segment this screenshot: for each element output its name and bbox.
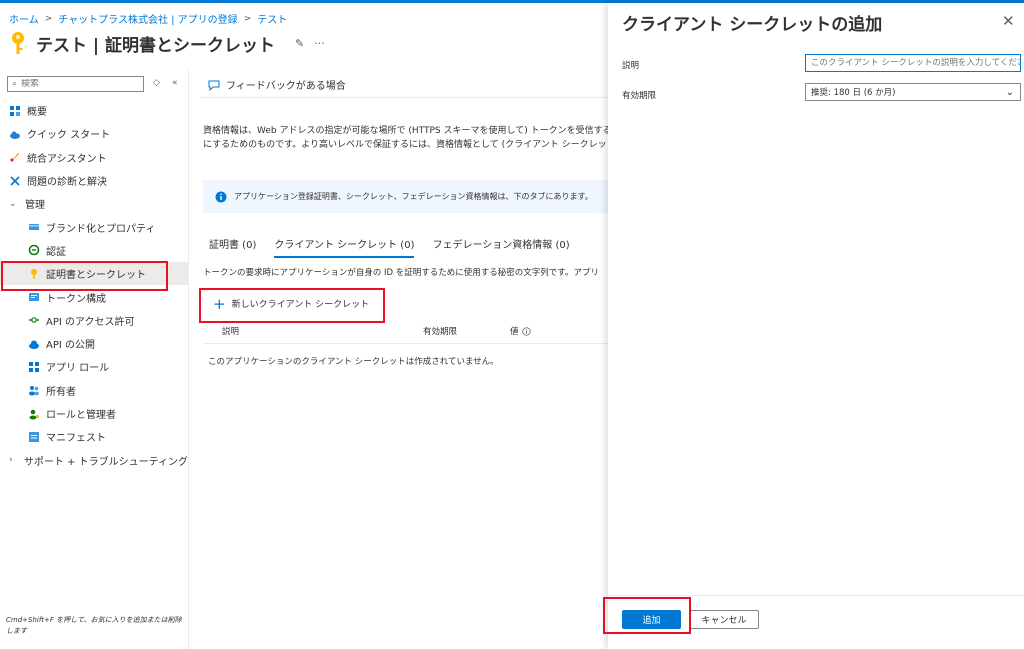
page-title: テスト | 証明書とシークレット [36,35,276,56]
highlight-add-button [603,597,691,634]
tab-client-secrets[interactable]: クライアント シークレット (0) [274,236,415,258]
search-icon: ⌕ [12,79,18,89]
collapse-sidebar-icon[interactable]: « [172,78,178,88]
chevron-right-icon: > [44,13,53,24]
chevron-down-icon: ⌄ [9,198,17,209]
empty-message: このアプリケーションのクライアント シークレットは作成されていません。 [208,357,499,367]
page-header: テスト | 証明書とシークレット ✎ ··· [8,30,325,56]
wrench-icon [10,175,20,186]
chevron-right-icon: › [9,455,13,466]
chevron-right-icon: > [243,13,252,24]
table-header-divider [203,343,608,344]
sidebar-search[interactable]: ⌕ [7,76,144,92]
sidebar-item-manifest[interactable]: マニフェスト [0,425,188,448]
chevron-down-icon: ⌄ [1005,86,1014,98]
feedback-button[interactable]: フィードバックがある場合 [208,77,346,92]
rocket-icon [10,153,19,162]
close-icon[interactable]: ✕ [1002,12,1015,30]
auth-icon [28,245,40,256]
credentials-tabs: 証明書 (0) クライアント シークレット (0) フェデレーション資格情報 (… [209,236,570,258]
tab-federated-credentials[interactable]: フェデレーション資格情報 (0) [432,236,569,258]
panel-footer-divider [608,595,1024,596]
sidebar-item-branding[interactable]: ブランド化とプロパティ [0,215,188,238]
key-icon [12,32,24,54]
feedback-icon [208,80,220,91]
pin-icon[interactable]: ✎ [295,37,304,50]
sidebar-item-quickstart[interactable]: クイック スタート [0,122,188,145]
breadcrumb-home[interactable]: ホーム [9,11,39,26]
sidebar-item-expose-api[interactable]: API の公開 [0,332,188,355]
credentials-description: 資格情報は、Web アドレスの指定が可能な場所で (HTTPS スキーマを使用し… [203,126,608,150]
panel-title: クライアント シークレットの追加 [622,15,883,35]
roles-admin-icon [29,409,40,419]
cloud-icon [10,131,20,139]
sidebar-group-manage[interactable]: ⌄ 管理 [0,192,188,215]
breadcrumb-app[interactable]: テスト [257,11,287,26]
expiry-select[interactable]: 推奨: 180 日 (6 か月) ⌄ [805,83,1021,101]
more-options-icon[interactable]: ··· [314,37,325,50]
breadcrumb: ホーム > チャットプラス株式会社 | アプリの登録 > テスト [9,11,287,27]
highlight-sidebar-certificates [1,261,168,291]
description-input[interactable] [805,54,1021,72]
tab-certificates[interactable]: 証明書 (0) [209,236,256,258]
app-role-icon [29,361,39,372]
expiry-label: 有効期限 [622,91,657,101]
sidebar-item-authentication[interactable]: 認証 [0,239,188,262]
token-icon [29,293,39,302]
grid-icon [10,105,20,116]
tab-description: トークンの要求時にアプリケーションが自身の ID を証明するために使用する秘密の… [203,268,599,278]
add-client-secret-panel: クライアント シークレットの追加 ✕ 説明 有効期限 推奨: 180 日 (6 … [608,3,1024,649]
sidebar-item-diagnose[interactable]: 問題の診断と解決 [0,169,188,192]
sidebar-item-api-permissions[interactable]: API のアクセス許可 [0,309,188,332]
sidebar-item-overview[interactable]: 概要 [0,99,188,122]
sidebar-item-roles-admins[interactable]: ロールと管理者 [0,402,188,425]
info-banner: アプリケーション登録証明書、シークレット、フェデレーション資格情報は、下のタブに… [203,180,608,213]
api-permission-icon [29,317,39,324]
cancel-button[interactable]: キャンセル [689,610,759,629]
sidebar-item-app-roles[interactable]: アプリ ロール [0,355,188,378]
owners-icon [29,386,39,396]
sidebar-item-owners[interactable]: 所有者 [0,379,188,402]
sidebar-item-integration-assistant[interactable]: 統合アシスタント [0,146,188,169]
sidebar-group-support[interactable]: › サポート + トラブルシューティング [0,448,188,471]
breadcrumb-app-registrations[interactable]: チャットプラス株式会社 | アプリの登録 [58,11,237,26]
expand-collapse-icon[interactable]: ◇ [153,78,160,88]
column-description: 説明 [222,327,240,337]
description-label: 説明 [622,61,640,71]
toolbar-divider [200,97,608,98]
manifest-icon [29,431,39,442]
sidebar-divider [188,70,189,649]
card-icon [29,224,39,231]
info-circle-icon[interactable] [521,326,531,336]
column-value: 値 [510,325,531,337]
keyboard-hint: Cmd+Shift+F を押して、お気に入りを追加または削除します [6,616,182,635]
column-expires: 有効期限 [423,327,458,337]
search-input[interactable] [21,79,132,89]
highlight-new-secret [199,288,385,323]
cloud-api-icon [29,340,39,349]
info-icon [215,191,227,202]
